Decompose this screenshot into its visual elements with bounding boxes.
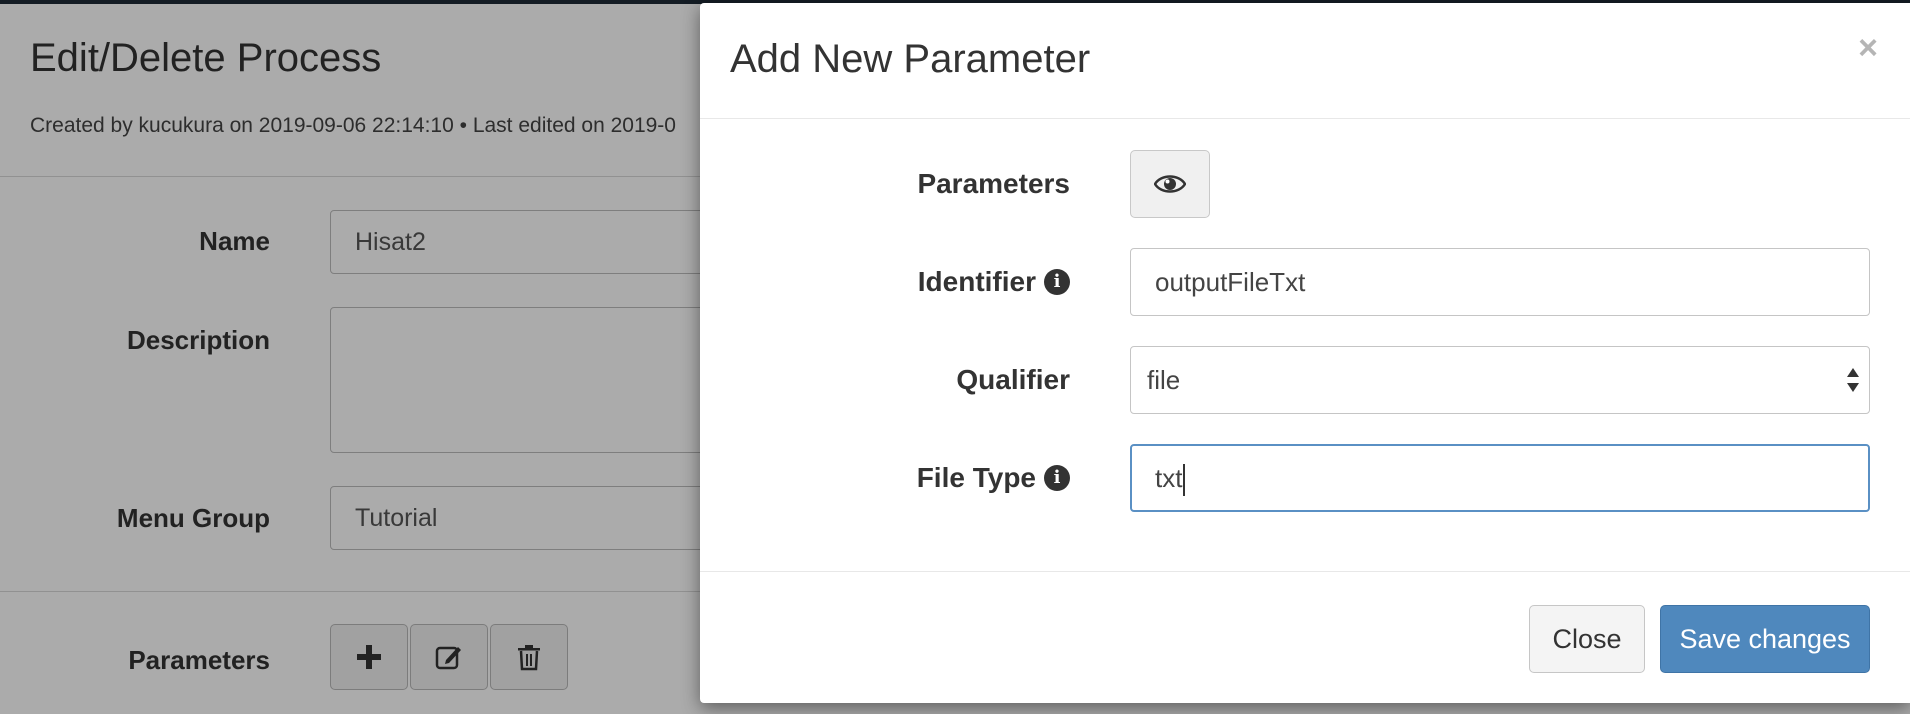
identifier-input[interactable]: outputFileTxt (1130, 248, 1870, 316)
modal-header-divider (700, 118, 1910, 119)
identifier-info-icon[interactable]: i (1044, 269, 1070, 295)
file-type-value: txt (1155, 463, 1183, 493)
qualifier-field-label: Qualifier (700, 358, 1070, 402)
close-button[interactable]: Close (1529, 605, 1645, 673)
file-type-label-text: File Type (916, 462, 1036, 493)
modal-close-icon[interactable]: × (1858, 31, 1878, 65)
modal-footer-divider (700, 571, 1910, 572)
identifier-field-label: Identifier i (700, 260, 1070, 304)
select-updown-icon (1847, 368, 1859, 392)
add-parameter-modal: Add New Parameter × Parameters Identifie… (700, 3, 1910, 703)
view-parameters-button[interactable] (1130, 150, 1210, 218)
modal-title: Add New Parameter (730, 37, 1091, 81)
eye-icon (1154, 175, 1186, 193)
identifier-label-text: Identifier (917, 266, 1036, 297)
file-type-info-icon[interactable]: i (1044, 465, 1070, 491)
parameters-field-label: Parameters (700, 162, 1070, 206)
qualifier-label-text: Qualifier (956, 364, 1070, 395)
parameters-label-text: Parameters (917, 168, 1070, 199)
file-type-input[interactable]: txt (1130, 444, 1870, 512)
file-type-field-label: File Type i (700, 456, 1070, 500)
save-changes-button[interactable]: Save changes (1660, 605, 1870, 673)
qualifier-selected-value: file (1147, 365, 1181, 395)
qualifier-select[interactable]: file (1130, 346, 1870, 414)
text-cursor (1183, 464, 1186, 497)
